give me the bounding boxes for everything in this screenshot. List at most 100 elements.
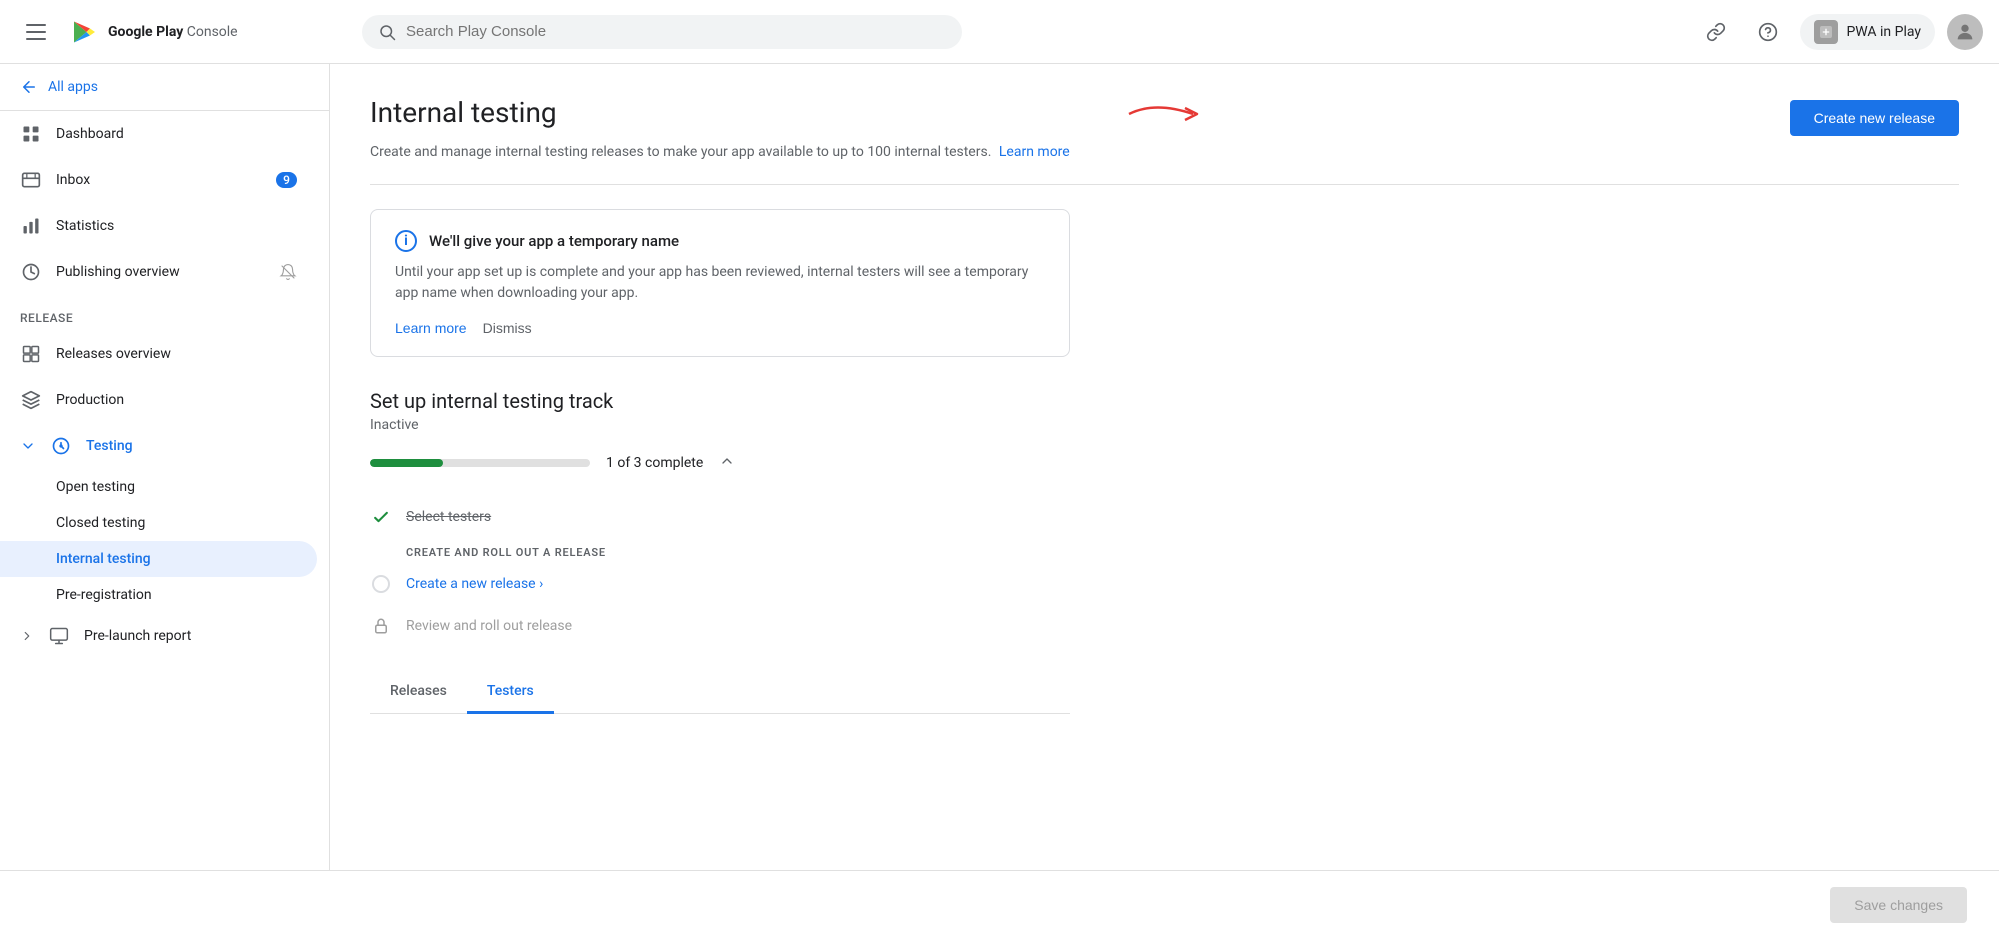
sidebar-all-apps[interactable]: All apps xyxy=(0,64,329,111)
user-avatar[interactable] xyxy=(1947,14,1983,50)
app-chip-text: PWA in Play xyxy=(1846,24,1921,40)
link-icon-button[interactable] xyxy=(1696,12,1736,52)
sidebar-label-dashboard: Dashboard xyxy=(56,126,124,142)
search-icon xyxy=(378,23,396,41)
info-dismiss-button[interactable]: Dismiss xyxy=(483,320,532,336)
release-section-label: Release xyxy=(0,295,329,331)
pre-launch-icon xyxy=(48,625,70,647)
link-icon xyxy=(1706,22,1726,42)
page-subtitle: Create and manage internal testing relea… xyxy=(370,144,1959,160)
logo-area: Google Play Console xyxy=(68,16,238,48)
page-header: Internal testing Create new release xyxy=(370,96,1959,136)
sidebar-label-inbox: Inbox xyxy=(56,172,90,188)
sidebar-label-pre-launch: Pre-launch report xyxy=(84,628,191,644)
search-bar[interactable] xyxy=(362,15,962,49)
back-arrow-icon xyxy=(20,78,38,96)
step-section-header: CREATE AND ROLL OUT A RELEASE xyxy=(370,538,1959,563)
step-locked-icon xyxy=(370,615,392,637)
sidebar-item-testing[interactable]: Testing xyxy=(0,423,329,469)
closed-testing-label: Closed testing xyxy=(56,515,145,531)
step-create-release: Create a new release › xyxy=(370,563,1959,605)
learn-more-link[interactable]: Learn more xyxy=(999,144,1070,160)
sidebar-label-testing: Testing xyxy=(86,438,133,454)
sidebar-sub-item-internal-testing[interactable]: Internal testing xyxy=(0,541,317,577)
info-card-actions: Learn more Dismiss xyxy=(395,320,1045,336)
step-select-testers-label: Select testers xyxy=(406,509,491,525)
info-circle-icon: i xyxy=(395,230,417,252)
progress-bar-container xyxy=(370,459,590,467)
page-title: Internal testing xyxy=(370,96,557,129)
testing-expand-arrow-icon xyxy=(20,438,36,454)
sidebar-item-production[interactable]: Production xyxy=(0,377,317,423)
step-review-release: Review and roll out release xyxy=(370,605,1959,647)
sidebar-item-publishing-overview[interactable]: Publishing overview xyxy=(0,249,317,295)
sidebar-label-production: Production xyxy=(56,392,124,408)
tab-releases[interactable]: Releases xyxy=(370,671,467,714)
step-review-release-label: Review and roll out release xyxy=(406,618,572,634)
content-area: Internal testing Create new release Crea… xyxy=(330,64,1999,870)
step-done-check-icon xyxy=(370,506,392,528)
progress-label: 1 of 3 complete xyxy=(606,455,703,471)
create-release-step-link[interactable]: Create a new release › xyxy=(406,576,543,592)
setup-section-status: Inactive xyxy=(370,417,1959,433)
open-testing-label: Open testing xyxy=(56,479,135,495)
inbox-icon xyxy=(20,169,42,191)
pre-registration-label: Pre-registration xyxy=(56,587,152,603)
progress-area: 1 of 3 complete xyxy=(370,453,1959,472)
google-play-logo-icon xyxy=(68,16,100,48)
app-chip-icon xyxy=(1814,20,1838,44)
info-card-body: Until your app set up is complete and yo… xyxy=(395,262,1045,304)
tab-testers[interactable]: Testers xyxy=(467,671,554,714)
main-layout: All apps Dashboard Inbox xyxy=(0,64,1999,870)
info-card-header: i We'll give your app a temporary name xyxy=(395,230,1045,252)
sidebar-label-publishing-overview: Publishing overview xyxy=(56,264,180,280)
info-card: i We'll give your app a temporary name U… xyxy=(370,209,1070,357)
logo-text: Google Play Console xyxy=(108,24,238,40)
sidebar-item-inbox[interactable]: Inbox 9 xyxy=(0,157,317,203)
sidebar-label-statistics: Statistics xyxy=(56,218,114,234)
testing-icon xyxy=(50,435,72,457)
topbar-left: Google Play Console xyxy=(16,12,346,52)
inbox-badge: 9 xyxy=(276,172,297,188)
publishing-overview-mute-icon xyxy=(279,263,297,281)
info-card-title: We'll give your app a temporary name xyxy=(429,232,679,250)
topbar: Google Play Console xyxy=(0,0,1999,64)
search-input[interactable] xyxy=(406,23,946,40)
all-apps-label: All apps xyxy=(48,79,98,95)
topbar-right: PWA in Play xyxy=(1696,12,1983,52)
progress-chevron-icon[interactable] xyxy=(719,453,735,472)
sidebar-item-statistics[interactable]: Statistics xyxy=(0,203,317,249)
hamburger-icon xyxy=(22,20,50,44)
info-learn-more-button[interactable]: Learn more xyxy=(395,320,467,336)
internal-testing-label: Internal testing xyxy=(56,551,151,567)
app-chip[interactable]: PWA in Play xyxy=(1800,14,1935,50)
setup-section-title: Set up internal testing track xyxy=(370,389,1959,413)
pre-launch-expand-icon xyxy=(20,629,34,643)
hamburger-menu-button[interactable] xyxy=(16,12,56,52)
sidebar-sub-item-closed-testing[interactable]: Closed testing xyxy=(0,505,317,541)
production-icon xyxy=(20,389,42,411)
save-changes-button[interactable]: Save changes xyxy=(1830,887,1967,923)
progress-bar-fill xyxy=(370,459,443,467)
sidebar: All apps Dashboard Inbox xyxy=(0,64,330,870)
releases-overview-icon xyxy=(20,343,42,365)
help-icon xyxy=(1758,22,1778,42)
sidebar-item-dashboard[interactable]: Dashboard xyxy=(0,111,317,157)
step-create-release-label: Create a new release › xyxy=(406,576,543,592)
publishing-overview-icon xyxy=(20,261,42,283)
sidebar-item-releases-overview[interactable]: Releases overview xyxy=(0,331,317,377)
create-new-release-button[interactable]: Create new release xyxy=(1790,100,1959,136)
red-arrow-icon xyxy=(1125,96,1205,132)
content-divider xyxy=(370,184,1959,185)
step-select-testers: Select testers xyxy=(370,496,1959,538)
step-pending-circle-icon xyxy=(370,573,392,595)
sidebar-label-releases-overview: Releases overview xyxy=(56,346,171,362)
help-icon-button[interactable] xyxy=(1748,12,1788,52)
sidebar-sub-item-pre-registration[interactable]: Pre-registration xyxy=(0,577,317,613)
sidebar-item-pre-launch[interactable]: Pre-launch report xyxy=(0,613,317,659)
footer: Save changes xyxy=(0,870,1999,939)
red-arrow-annotation xyxy=(1125,96,1205,132)
sidebar-sub-item-open-testing[interactable]: Open testing xyxy=(0,469,317,505)
step-list: Select testers CREATE AND ROLL OUT A REL… xyxy=(370,496,1959,647)
statistics-icon xyxy=(20,215,42,237)
